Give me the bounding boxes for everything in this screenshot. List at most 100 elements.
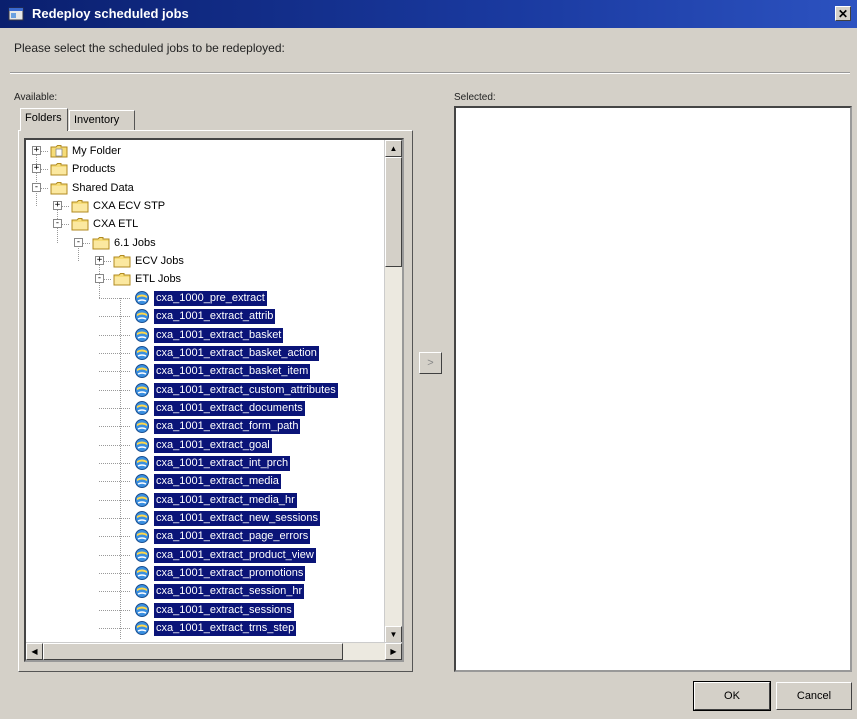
instruction-text: Please select the scheduled jobs to be r… [14, 41, 285, 55]
tree-item-label: My Folder [72, 145, 121, 157]
tree-item-folder[interactable]: - Shared Data [26, 179, 382, 197]
tree-item-job[interactable]: cxa_1001_extract_promotions [26, 564, 382, 582]
tree-item-label: cxa_1001_extract_trns_step [154, 621, 297, 637]
expand-icon[interactable]: + [32, 164, 41, 174]
tab-inventory[interactable]: Inventory [69, 110, 135, 130]
tree-guide-line [99, 591, 130, 593]
tree-guide-line [62, 206, 69, 208]
available-label: Available: [14, 92, 58, 103]
job-icon [134, 327, 150, 343]
tree-item-folder[interactable]: + ECV Jobs [26, 252, 382, 270]
job-icon [134, 400, 150, 416]
tree-item-job[interactable]: cxa_1001_extract_basket_action [26, 344, 382, 362]
folder-icon [113, 272, 131, 286]
ok-button[interactable]: OK [693, 681, 771, 711]
scroll-up-icon[interactable]: ▲ [385, 140, 402, 157]
tree-item-folder[interactable]: - CXA ETL [26, 215, 382, 233]
tree-item-job[interactable]: cxa_1001_extract_session_hr [26, 582, 382, 600]
tree-item-job[interactable]: cxa_1001_extract_attrib [26, 307, 382, 325]
tree-guide-line [104, 279, 111, 281]
tree-guide-line [99, 352, 130, 354]
add-to-selected-button[interactable]: > [419, 352, 442, 374]
folder-tree[interactable]: + My Folder + Products - Shared Data + CXA ECV … [24, 138, 404, 662]
collapse-icon[interactable]: - [53, 219, 62, 229]
tree-guide-line [99, 481, 130, 483]
job-icon [134, 437, 150, 453]
tree-item-job[interactable]: cxa_1001_extract_int_prch [26, 454, 382, 472]
expand-icon[interactable]: + [95, 256, 104, 266]
tree-guide-line [99, 462, 130, 464]
job-icon [134, 345, 150, 361]
job-icon [134, 382, 150, 398]
tree-item-label: cxa_1001_extract_sessions [154, 602, 294, 618]
tree-item-label: cxa_1001_extract_media_hr [154, 492, 297, 508]
expand-icon[interactable]: + [53, 201, 62, 211]
tree-guide-line [99, 444, 130, 446]
tree-item-label: cxa_1001_extract_session_hr [154, 584, 305, 600]
tree-item-job[interactable]: cxa_1001_extract_sessions [26, 601, 382, 619]
title-bar: Redeploy scheduled jobs ✕ [0, 0, 857, 28]
tree-item-folder[interactable]: - ETL Jobs [26, 270, 382, 288]
scroll-right-icon[interactable]: ▶ [385, 643, 402, 660]
tree-item-job[interactable]: cxa_1001_extract_media_hr [26, 491, 382, 509]
job-icon [134, 510, 150, 526]
folder-icon [113, 254, 131, 268]
collapse-icon[interactable]: - [32, 182, 41, 192]
tree-item-label: cxa_1001_extract_page_errors [154, 529, 311, 545]
hscroll-thumb[interactable] [43, 643, 343, 660]
tree-item-label: cxa_1001_extract_basket_item [154, 364, 311, 380]
tree-item-job[interactable]: cxa_1001_extract_product_view [26, 546, 382, 564]
tree-item-job[interactable]: cxa_1001_extract_custom_attributes [26, 381, 382, 399]
job-icon [134, 602, 150, 618]
tree-item-job[interactable]: cxa_1001_extract_basket [26, 326, 382, 344]
tree-item-label: cxa_1001_extract_new_sessions [154, 511, 321, 526]
tree-item-job[interactable]: cxa_1000_pre_extract [26, 289, 382, 307]
tree-item-job[interactable]: cxa_1001_extract_form_path [26, 417, 382, 435]
expand-icon[interactable]: + [32, 146, 41, 155]
vertical-scrollbar[interactable]: ▲ ▼ [384, 140, 402, 643]
folder-icon [50, 181, 68, 195]
tree-item-label: cxa_1001_extract_promotions [154, 566, 306, 582]
tree-item-job[interactable]: cxa_1001_extract_new_sessions [26, 509, 382, 527]
tree-item-job[interactable]: cxa_1001_extract_media [26, 472, 382, 490]
job-icon [134, 455, 150, 471]
tree-guide-line [99, 334, 130, 336]
tree-item-label: cxa_1001_extract_attrib [154, 309, 276, 325]
scroll-thumb[interactable] [385, 157, 402, 267]
folder-icon [50, 144, 68, 158]
tree-item-folder[interactable]: + My Folder [26, 142, 382, 160]
tree-guide-line [41, 151, 48, 152]
cancel-button[interactable]: Cancel [776, 682, 852, 710]
tree-item-label: cxa_1000_pre_extract [154, 290, 267, 306]
selected-list[interactable] [454, 106, 852, 672]
job-icon [134, 290, 150, 306]
collapse-icon[interactable]: - [95, 274, 104, 284]
job-icon [134, 492, 150, 508]
tree-item-label: cxa_1001_extract_documents [154, 400, 305, 416]
horizontal-scrollbar[interactable]: ◀ ▶ [26, 642, 402, 660]
tree-item-job[interactable]: cxa_1001_extract_goal [26, 436, 382, 454]
folder-icon [71, 217, 89, 231]
tree-item-folder[interactable]: + Products [26, 160, 382, 178]
tab-folders[interactable]: Folders [20, 108, 68, 131]
tree-item-job[interactable]: cxa_1001_extract_page_errors [26, 527, 382, 545]
tree-item-folder[interactable]: - 6.1 Jobs [26, 234, 382, 252]
close-icon[interactable]: ✕ [835, 6, 851, 21]
tree-guide-line [62, 224, 69, 226]
tree-item-job[interactable]: cxa_1001_extract_trns_step [26, 619, 382, 637]
scroll-left-icon[interactable]: ◀ [26, 643, 43, 660]
tree-item-label: Products [72, 163, 116, 176]
folder-icon [71, 199, 89, 213]
app-icon [8, 7, 24, 21]
tree-guide-line [99, 628, 130, 630]
tree-guide-line [99, 316, 130, 318]
folder-icon [92, 236, 110, 250]
tree-item-folder[interactable]: + CXA ECV STP [26, 197, 382, 215]
tree-item-job[interactable]: cxa_1001_extract_basket_item [26, 362, 382, 380]
tree-item-job[interactable]: cxa_1001_extract_documents [26, 399, 382, 417]
scroll-down-icon[interactable]: ▼ [385, 626, 402, 643]
separator [10, 72, 850, 74]
job-icon [134, 620, 150, 636]
collapse-icon[interactable]: - [74, 237, 83, 247]
selected-label: Selected: [454, 92, 496, 103]
